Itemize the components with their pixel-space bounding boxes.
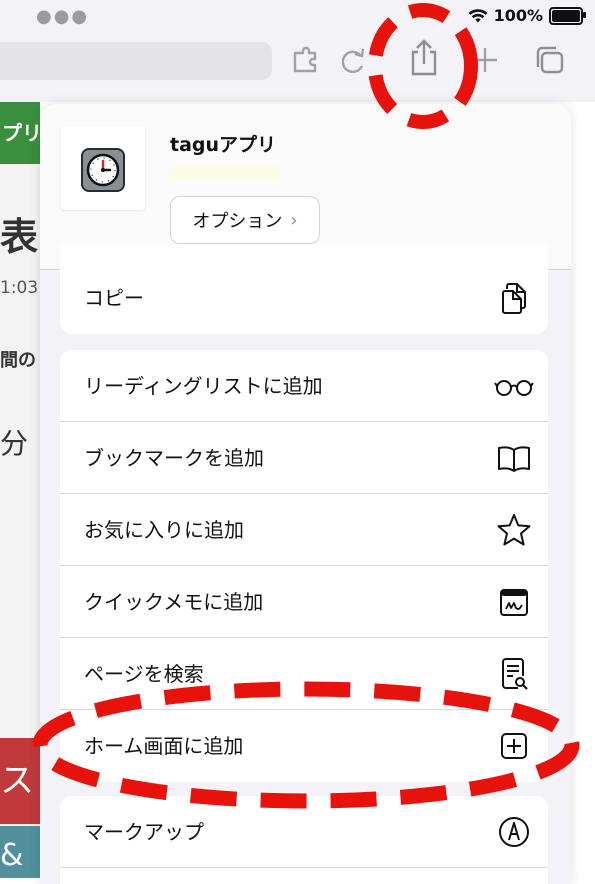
- background-teal-tile: &: [0, 826, 40, 878]
- background-red-tile: スト: [0, 738, 40, 878]
- copy-icon: [502, 283, 526, 314]
- action-row-reading-list[interactable]: リーディングリストに追加: [60, 350, 548, 422]
- share-icon[interactable]: [407, 38, 441, 78]
- app-thumbnail: [61, 126, 145, 210]
- chevron-right-icon: ›: [290, 209, 298, 231]
- clock-app-icon: [81, 148, 125, 192]
- find-icon: [502, 658, 528, 690]
- action-group: リーディングリストに追加 ブックマークを追加 お気に入りに追加 クイックメモに追…: [60, 350, 548, 782]
- reload-icon[interactable]: [338, 44, 368, 76]
- address-bar[interactable]: [0, 42, 272, 80]
- wifi-icon: [468, 8, 487, 22]
- add-tab-icon[interactable]: [470, 44, 500, 76]
- action-label: リーディングリストに追加: [84, 374, 323, 398]
- background-page: プリ 表 1:03 間の 分 スト &: [0, 102, 40, 878]
- quick-note-icon: [500, 589, 528, 616]
- battery-icon: [549, 6, 586, 25]
- background-fragment: 分: [0, 427, 29, 460]
- action-row-copy[interactable]: コピー: [60, 262, 548, 334]
- options-button-label: オプション: [192, 211, 283, 232]
- multitasking-dots[interactable]: ●●●: [36, 6, 89, 27]
- extension-icon[interactable]: [290, 44, 322, 76]
- action-row-markup[interactable]: マークアップ: [60, 796, 548, 868]
- star-icon: [497, 514, 531, 546]
- background-fragment: 間の: [0, 350, 36, 371]
- action-label: コピー: [84, 286, 144, 310]
- action-label: ホーム画面に追加: [84, 734, 244, 758]
- action-label: クイックメモに追加: [84, 590, 264, 614]
- share-sheet: taguアプリ オプション › コピー リーディングリストに追加 ブックマークを…: [40, 104, 571, 884]
- action-label: ブックマークを追加: [84, 446, 264, 470]
- glasses-icon: [494, 380, 534, 396]
- tabs-icon[interactable]: [533, 44, 567, 76]
- markup-group: マークアップ: [60, 796, 548, 884]
- action-label: ページを検索: [84, 662, 204, 686]
- add-square-icon: [501, 733, 527, 759]
- book-icon: [498, 446, 530, 472]
- status-bar: ●●● 100%: [0, 0, 595, 32]
- action-row-home-screen[interactable]: ホーム画面に追加: [60, 710, 548, 782]
- status-right: 100%: [468, 6, 586, 25]
- action-row-bookmark[interactable]: ブックマークを追加: [60, 422, 548, 494]
- app-title: taguアプリ: [170, 134, 277, 156]
- action-label: マークアップ: [84, 820, 204, 844]
- battery-fill: [552, 9, 580, 22]
- options-button[interactable]: オプション ›: [170, 196, 320, 244]
- action-row-quick-note[interactable]: クイックメモに追加: [60, 566, 548, 638]
- app-subtitle-placeholder: [170, 164, 280, 180]
- browser-toolbar: [0, 32, 595, 102]
- action-row-favorites[interactable]: お気に入りに追加: [60, 494, 548, 566]
- markup-icon: [499, 817, 529, 847]
- background-banner: プリ: [0, 102, 40, 164]
- copy-group: コピー: [60, 244, 548, 334]
- battery-percentage: 100%: [493, 6, 543, 25]
- background-fragment: 1:03: [0, 278, 39, 298]
- background-fragment: 表: [0, 215, 39, 259]
- row-separator: [60, 867, 548, 868]
- action-label: お気に入りに追加: [84, 518, 244, 542]
- action-row-find[interactable]: ページを検索: [60, 638, 548, 710]
